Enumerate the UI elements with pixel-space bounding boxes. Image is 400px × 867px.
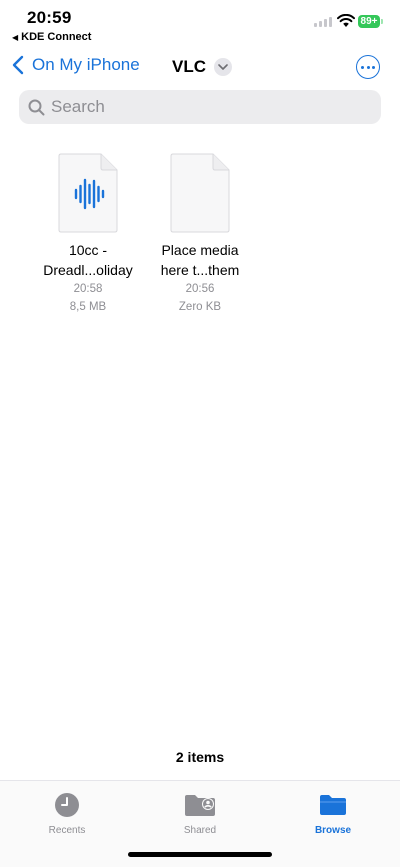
tab-label: Recents xyxy=(48,825,86,836)
back-to-app-link[interactable]: ◀ KDE Connect xyxy=(12,31,91,43)
back-app-label: KDE Connect xyxy=(21,31,92,43)
file-name-line: here t...them xyxy=(160,262,240,278)
clock-icon xyxy=(17,791,117,819)
shared-folder-icon xyxy=(150,791,250,819)
back-button[interactable]: On My iPhone xyxy=(12,55,140,75)
tab-shared[interactable]: Shared xyxy=(150,791,250,836)
file-item[interactable]: Place media here t...them 20:56 Zero KB xyxy=(135,152,265,316)
text-file-thumbnail xyxy=(169,152,231,234)
status-bar: 20:59 ◀ KDE Connect 89+ xyxy=(0,0,400,46)
back-triangle-icon: ◀ xyxy=(12,32,19,42)
search-field[interactable]: Search xyxy=(19,90,381,124)
file-name-line: 10cc - xyxy=(68,242,108,258)
file-name-line: Place media xyxy=(161,242,239,258)
back-button-label: On My iPhone xyxy=(32,55,140,74)
audio-file-thumbnail xyxy=(57,152,119,234)
search-icon xyxy=(28,99,45,115)
tab-label: Browse xyxy=(314,825,352,836)
battery-tip xyxy=(381,19,383,24)
wifi-icon xyxy=(337,14,355,27)
file-time: 20:56 xyxy=(185,283,215,295)
file-size: 8,5 MB xyxy=(69,301,107,313)
file-name-line: Dreadl...oliday xyxy=(43,262,133,278)
folder-title-menu[interactable]: VLC xyxy=(172,57,232,77)
tab-recents[interactable]: Recents xyxy=(17,791,117,836)
file-item[interactable]: 10cc - Dreadl...oliday 20:58 8,5 MB xyxy=(23,152,153,316)
file-name: 10cc - Dreadl...oliday xyxy=(23,240,153,280)
home-indicator[interactable] xyxy=(128,852,272,857)
page-title: VLC xyxy=(172,57,206,76)
item-count: 2 items xyxy=(175,749,225,765)
chevron-down-icon xyxy=(214,58,232,76)
battery-indicator: 89+ xyxy=(358,15,380,28)
ellipsis-dot xyxy=(361,65,364,69)
status-time: 20:59 xyxy=(27,8,72,27)
file-time: 20:58 xyxy=(73,283,103,295)
tab-browse[interactable]: Browse xyxy=(283,791,383,836)
file-size: Zero KB xyxy=(178,301,222,313)
ellipsis-dot xyxy=(366,65,370,69)
ellipsis-dot xyxy=(372,65,375,69)
cellular-signal-icon xyxy=(314,17,332,27)
file-name: Place media here t...them xyxy=(135,240,265,280)
folder-icon xyxy=(283,791,383,819)
tab-label: Shared xyxy=(183,825,217,836)
chevron-left-icon xyxy=(12,55,24,75)
more-options-button[interactable] xyxy=(356,55,380,79)
audio-waveform-icon xyxy=(74,178,105,210)
blank-document-icon xyxy=(170,153,230,233)
search-placeholder: Search xyxy=(51,97,105,116)
